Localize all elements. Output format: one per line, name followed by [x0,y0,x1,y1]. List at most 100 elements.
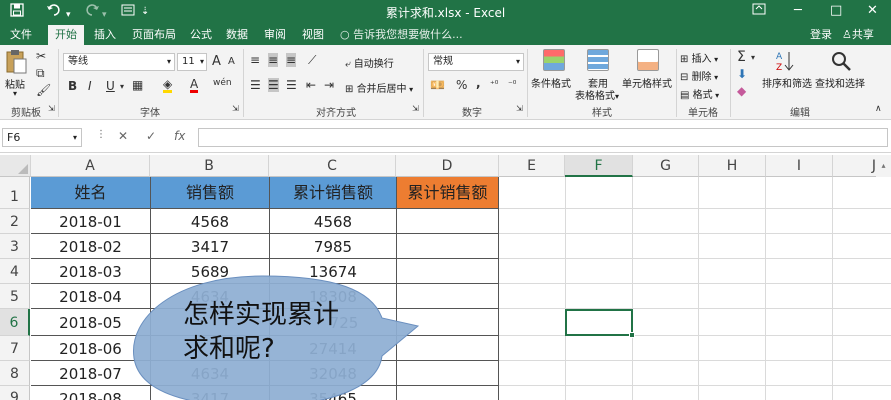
table-cell[interactable]: 2018-01 [31,209,150,233]
worksheet-grid[interactable]: A B C D E F G H I J 1 2 3 4 5 6 7 8 9 姓名… [0,155,891,400]
fill-handle[interactable] [629,332,635,338]
borders-icon[interactable]: ▦ [132,78,143,92]
cell-styles-button[interactable]: 单元格样式 [622,49,674,101]
accounting-format-icon[interactable]: 💴 [430,78,445,92]
table-cell[interactable]: 3417 [151,386,269,400]
font-color-icon[interactable]: A [190,78,199,93]
maximize-button[interactable]: □ [830,3,842,18]
alignment-launcher-icon[interactable]: ⇲ [412,104,419,113]
tab-formulas[interactable]: 公式 [186,25,216,45]
format-cells-button[interactable]: ▤ 格式 ▾ [680,86,719,101]
select-all-corner[interactable] [0,155,31,177]
delete-cells-button[interactable]: ⊟ 删除 ▾ [680,68,718,83]
font-name-select[interactable]: 等线 ▾ [63,53,175,71]
row-header-6[interactable]: 6 [0,309,30,336]
table-cell[interactable]: 725 [270,309,396,335]
decrease-decimal-icon[interactable]: ⁻⁰ [508,80,516,90]
autosum-icon[interactable]: Σ [737,49,746,65]
tab-page-layout[interactable]: 页面布局 [126,25,182,45]
table-cell[interactable]: 3417 [151,234,269,258]
find-select-button[interactable]: 查找和选择 [815,49,867,101]
number-launcher-icon[interactable]: ⇲ [516,104,523,113]
table-cell[interactable]: 7985 [270,234,396,258]
orientation-icon[interactable]: ⟋ [308,53,316,68]
formula-input[interactable] [198,128,888,147]
enter-icon[interactable]: ✓ [146,129,156,143]
row-header-2[interactable]: 2 [0,209,30,234]
table-cell[interactable]: 5689 [151,259,269,283]
row-header-5[interactable]: 5 [0,284,30,309]
table-cell[interactable]: 2018-05 [31,309,150,335]
insert-cells-button[interactable]: ⊞ 插入 ▾ [680,50,718,65]
cut-icon[interactable]: ✂ [36,49,46,63]
merge-center-button[interactable]: ⊞ 合并后居中 ▾ [345,80,413,95]
name-box[interactable]: F6 ▾ [2,128,82,147]
column-header-h[interactable]: H [699,155,766,177]
font-launcher-icon[interactable]: ⇲ [232,104,239,113]
percent-style-button[interactable]: % [456,78,467,92]
header-cell-sales[interactable]: 销售额 [151,177,269,208]
column-header-a[interactable]: A [31,155,150,177]
clear-icon[interactable]: ◆ [737,84,746,98]
tab-file[interactable]: 文件 [4,25,38,45]
grow-font-icon[interactable]: A [212,54,221,69]
row-header-7[interactable]: 7 [0,336,30,361]
tab-view[interactable]: 视图 [298,25,328,45]
paste-button[interactable]: 粘贴 ▾ [4,49,30,101]
decrease-indent-icon[interactable]: ⇤ [306,78,316,92]
table-cell[interactable]: 18308 [270,284,396,308]
format-painter-icon[interactable]: 🖌 [36,83,51,97]
align-top-icon[interactable]: ≡ [250,53,260,67]
active-cell-f6[interactable] [565,309,635,338]
table-cell[interactable] [151,309,269,335]
phonetic-icon[interactable]: wén [213,78,232,88]
table-cell[interactable]: 4634 [151,361,269,385]
table-cell[interactable]: 2018-02 [31,234,150,258]
tab-insert[interactable]: 插入 [88,25,122,45]
increase-indent-icon[interactable]: ⇥ [324,78,334,92]
close-button[interactable]: ✕ [867,3,878,18]
table-cell[interactable]: 4568 [270,209,396,233]
share-button[interactable]: ♙共享 [842,25,874,45]
column-header-e[interactable]: E [499,155,565,177]
comma-style-button[interactable]: , [476,76,481,90]
column-header-d[interactable]: D [396,155,499,177]
align-middle-icon[interactable]: ≡ [268,53,279,67]
table-cell[interactable]: 2018-06 [31,336,150,360]
tell-me-search[interactable]: ○ 告诉我您想要做什么... [340,25,463,45]
column-header-g[interactable]: G [633,155,699,177]
fill-color-icon[interactable]: ◈ [163,78,173,93]
autosum-dropdown-icon[interactable]: ▾ [751,53,755,62]
increase-decimal-icon[interactable]: ⁺⁰ [490,80,498,90]
italic-button[interactable]: I [88,79,92,93]
table-cell[interactable] [151,336,269,360]
table-cell[interactable]: 2018-07 [31,361,150,385]
wrap-text-button[interactable]: ⤶ 自动换行 [345,55,394,70]
row-header-4[interactable]: 4 [0,259,30,284]
table-cell[interactable]: 2018-08 [31,386,150,400]
format-as-table-button[interactable]: 套用 表格格式▾ [575,49,619,102]
ribbon-display-icon[interactable] [752,3,766,19]
font-size-select[interactable]: 11 ▾ [177,53,207,71]
sort-filter-button[interactable]: AZ 排序和筛选 [762,49,812,101]
shrink-font-icon[interactable]: A [228,56,235,67]
tab-review[interactable]: 审阅 [260,25,290,45]
clipboard-launcher-icon[interactable]: ⇲ [48,104,55,113]
row-header-8[interactable]: 8 [0,361,30,386]
conditional-formatting-button[interactable]: 条件格式 [531,49,577,101]
cancel-icon[interactable]: ✕ [118,129,128,143]
table-cell[interactable]: 35465 [270,386,396,400]
bold-button[interactable]: B [68,79,77,93]
sign-in-link[interactable]: 登录 [810,25,832,45]
align-right-icon[interactable]: ☰ [286,78,297,92]
copy-icon[interactable]: ⧉ [36,66,45,81]
table-cell[interactable]: 2018-03 [31,259,150,283]
column-header-c[interactable]: C [269,155,396,177]
scroll-up-button[interactable]: ▴ [876,155,891,177]
tab-home[interactable]: 开始 [48,25,84,45]
table-cell[interactable]: 2018-04 [31,284,150,308]
table-cell[interactable]: 27414 [270,336,396,360]
minimize-button[interactable]: ─ [794,3,802,18]
row-header-3[interactable]: 3 [0,234,30,259]
underline-dropdown-icon[interactable]: ▾ [120,82,124,91]
